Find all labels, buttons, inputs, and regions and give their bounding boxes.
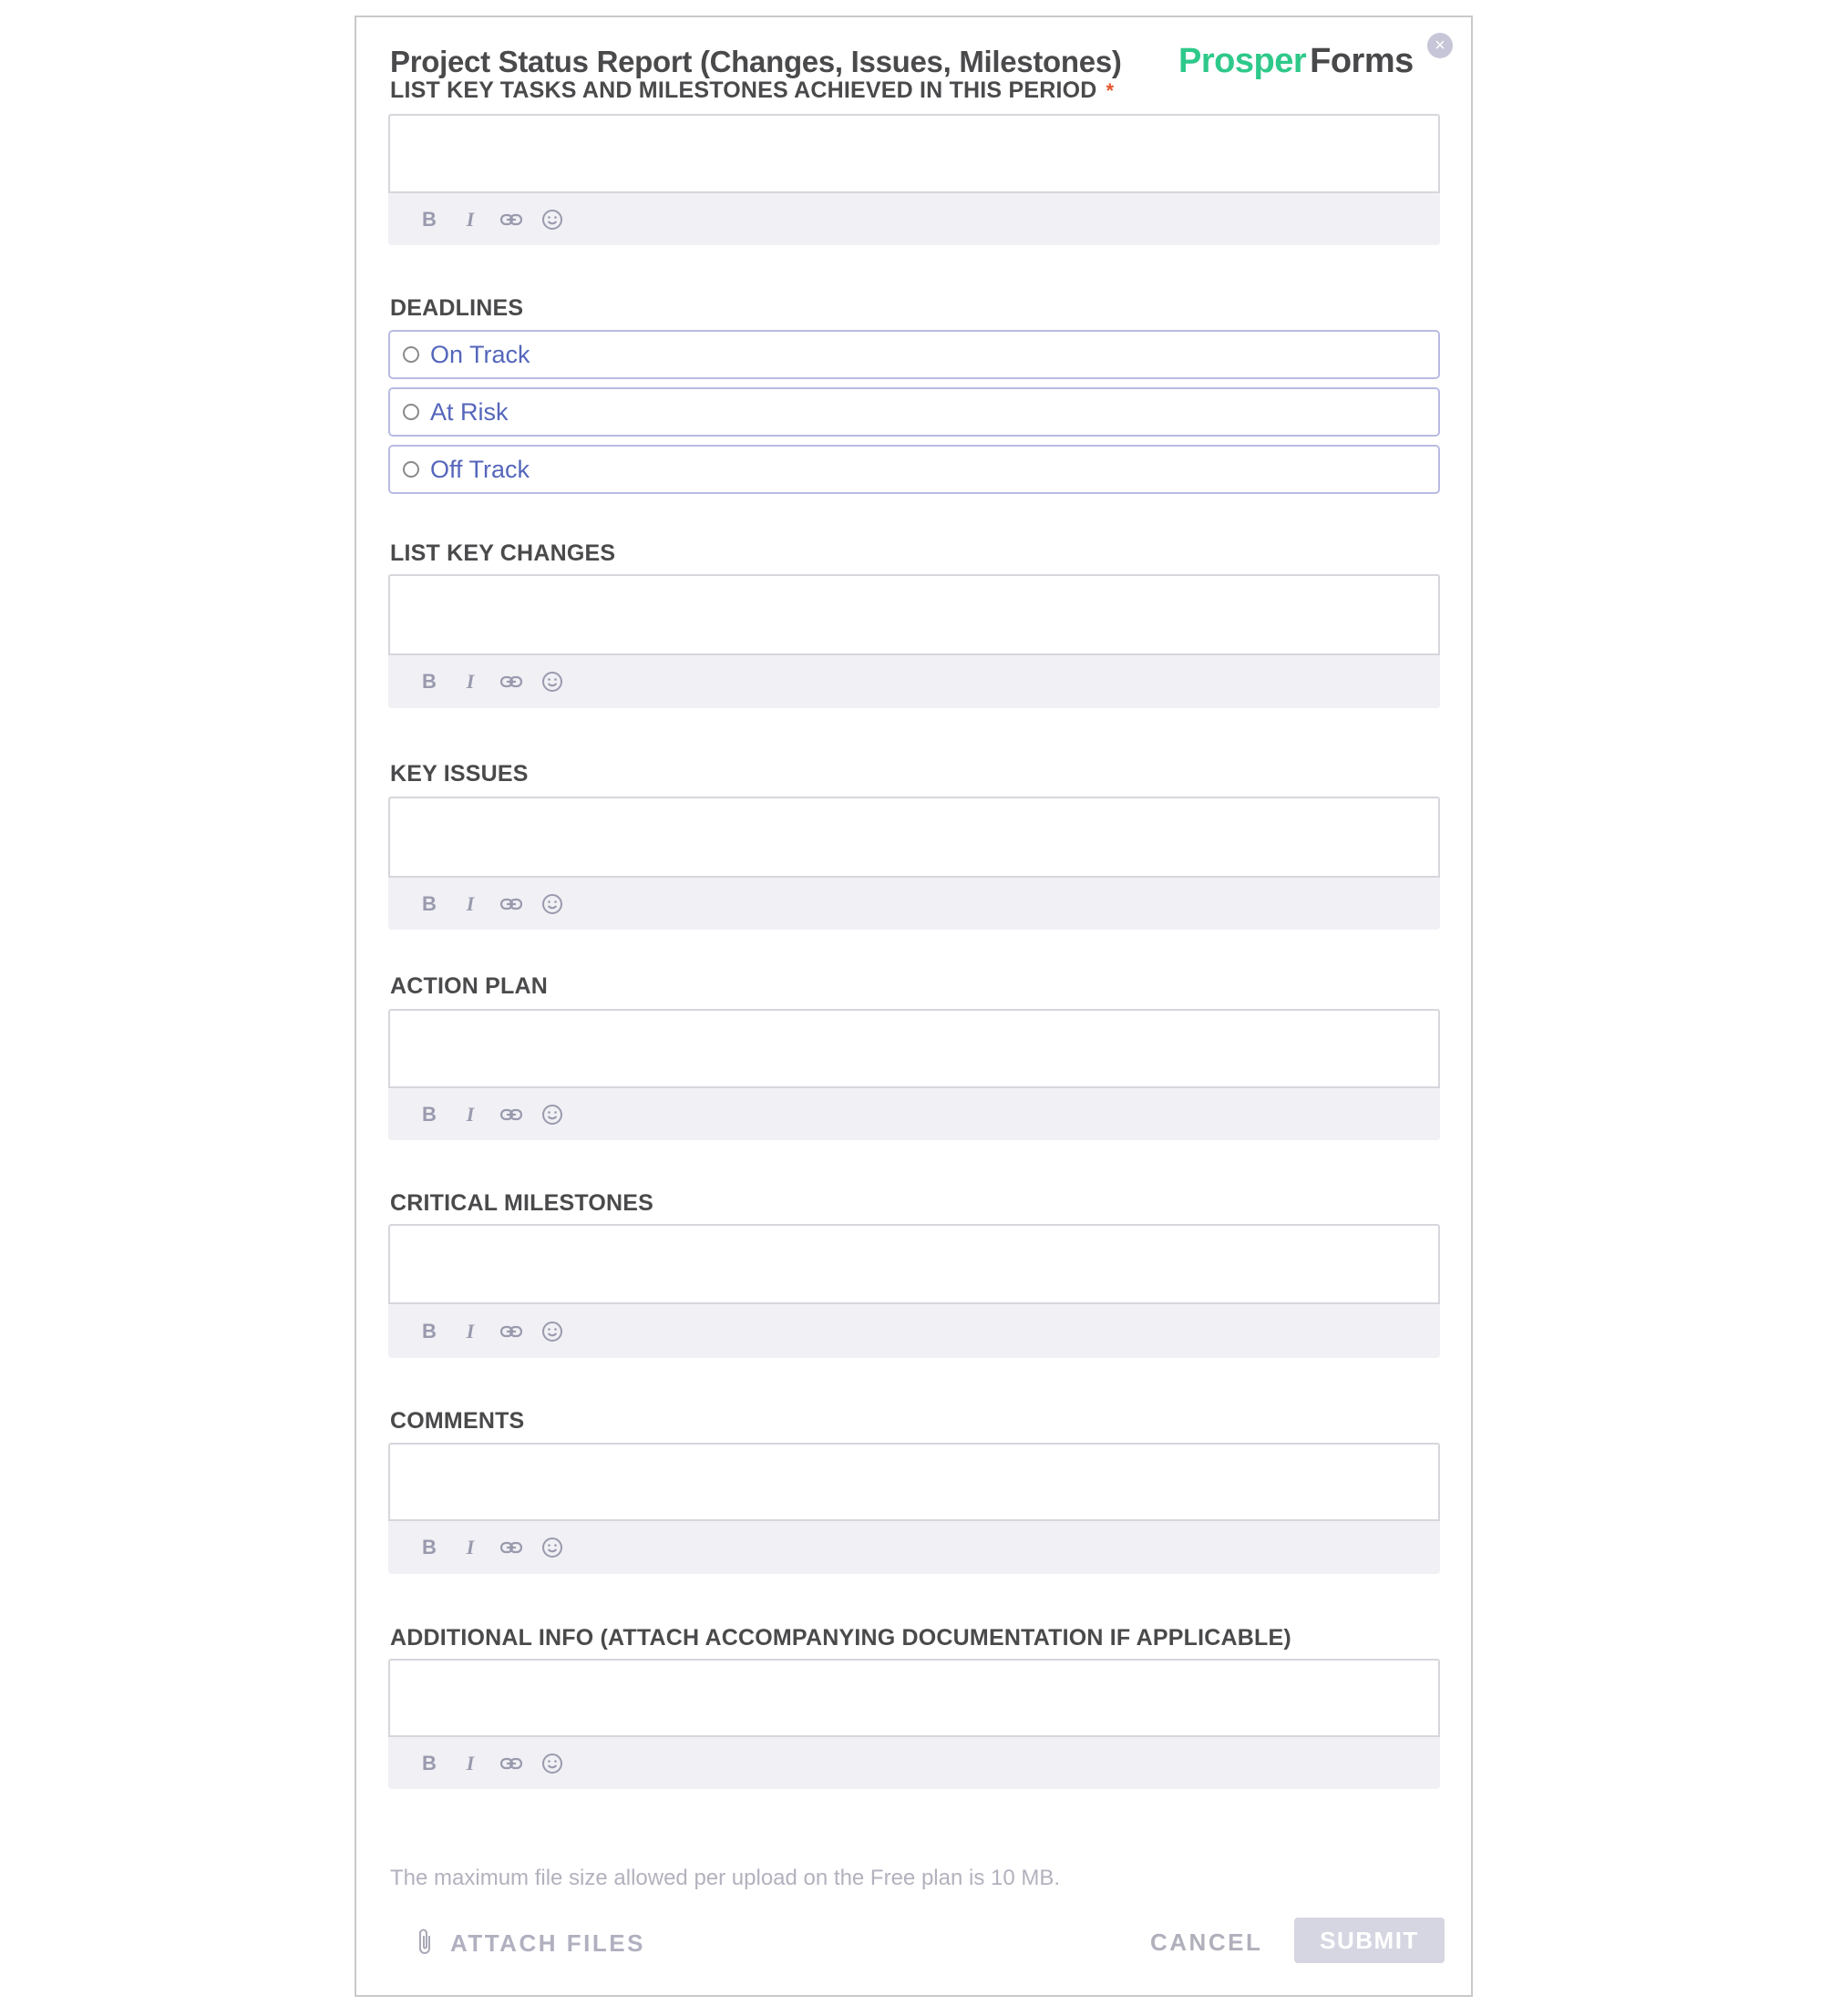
bold-button[interactable]: B xyxy=(416,1318,443,1345)
bold-button[interactable]: B xyxy=(416,668,443,695)
field-label-text: LIST KEY TASKS AND MILESTONES ACHIEVED I… xyxy=(390,77,1097,103)
comments-toolbar: B I xyxy=(388,1521,1440,1574)
file-size-note: The maximum file size allowed per upload… xyxy=(390,1866,1061,1890)
key-changes-toolbar: B I xyxy=(388,655,1440,708)
field-label-key-tasks: LIST KEY TASKS AND MILESTONES ACHIEVED I… xyxy=(390,77,1114,105)
radio-circle-icon xyxy=(403,404,419,420)
smiley-icon[interactable] xyxy=(539,1101,566,1128)
italic-button[interactable]: I xyxy=(457,1318,484,1345)
cancel-button[interactable]: CANCEL xyxy=(1150,1927,1262,1958)
additional-info-toolbar: B I xyxy=(388,1737,1440,1789)
link-icon[interactable] xyxy=(498,1101,525,1128)
italic-button[interactable]: I xyxy=(457,206,484,233)
action-plan-toolbar: B I xyxy=(388,1088,1440,1140)
link-icon[interactable] xyxy=(498,206,525,233)
italic-button[interactable]: I xyxy=(457,1534,484,1561)
bold-button[interactable]: B xyxy=(416,1750,443,1777)
logo-forms: Forms xyxy=(1310,42,1414,80)
required-asterisk: * xyxy=(1106,79,1115,102)
form-title: Project Status Report (Changes, Issues, … xyxy=(390,45,1122,78)
close-icon: × xyxy=(1435,36,1445,56)
comments-input[interactable] xyxy=(388,1443,1440,1521)
paperclip-icon xyxy=(416,1927,434,1960)
key-issues-toolbar: B I xyxy=(388,878,1440,930)
radio-off-track[interactable]: Off Track xyxy=(388,445,1440,494)
link-icon[interactable] xyxy=(498,890,525,918)
radio-at-risk[interactable]: At Risk xyxy=(388,387,1440,437)
radio-label: On Track xyxy=(430,340,530,368)
action-plan-input[interactable] xyxy=(388,1009,1440,1088)
bold-button[interactable]: B xyxy=(416,1101,443,1128)
key-tasks-input[interactable] xyxy=(388,114,1440,193)
link-icon[interactable] xyxy=(498,1534,525,1561)
deadlines-label: DEADLINES xyxy=(390,295,524,321)
smiley-icon[interactable] xyxy=(539,1534,566,1561)
italic-button[interactable]: I xyxy=(457,890,484,918)
radio-circle-icon xyxy=(403,346,419,363)
italic-button[interactable]: I xyxy=(457,1101,484,1128)
attach-files-label: ATTACH FILES xyxy=(450,1929,645,1957)
smiley-icon[interactable] xyxy=(539,1750,566,1777)
smiley-icon[interactable] xyxy=(539,206,566,233)
radio-circle-icon xyxy=(403,461,419,478)
smiley-icon[interactable] xyxy=(539,890,566,918)
italic-button[interactable]: I xyxy=(457,668,484,695)
bold-button[interactable]: B xyxy=(416,1534,443,1561)
radio-label: At Risk xyxy=(430,397,509,426)
bold-button[interactable]: B xyxy=(416,206,443,233)
smiley-icon[interactable] xyxy=(539,1318,566,1345)
critical-milestones-input[interactable] xyxy=(388,1224,1440,1304)
prosperforms-logo: Prosper Forms xyxy=(1178,40,1414,82)
comments-label: COMMENTS xyxy=(390,1408,525,1434)
bold-button[interactable]: B xyxy=(416,890,443,918)
link-icon[interactable] xyxy=(498,668,525,695)
smiley-icon[interactable] xyxy=(539,668,566,695)
action-plan-label: ACTION PLAN xyxy=(390,973,549,999)
submit-button[interactable]: SUBMIT xyxy=(1294,1918,1445,1963)
critical-milestones-label: CRITICAL MILESTONES xyxy=(390,1190,654,1216)
attach-files-button[interactable]: ATTACH FILES xyxy=(416,1927,645,1960)
radio-label: Off Track xyxy=(430,455,530,483)
link-icon[interactable] xyxy=(498,1318,525,1345)
close-button[interactable]: × xyxy=(1427,33,1453,58)
key-changes-label: LIST KEY CHANGES xyxy=(390,540,616,566)
key-issues-label: KEY ISSUES xyxy=(390,761,529,787)
radio-on-track[interactable]: On Track xyxy=(388,330,1440,379)
link-icon[interactable] xyxy=(498,1750,525,1777)
additional-info-input[interactable] xyxy=(388,1659,1440,1737)
key-changes-input[interactable] xyxy=(388,574,1440,655)
key-tasks-toolbar: B I xyxy=(388,193,1440,245)
critical-milestones-toolbar: B I xyxy=(388,1304,1440,1358)
additional-info-label: ADDITIONAL INFO (ATTACH ACCOMPANYING DOC… xyxy=(390,1625,1291,1651)
key-issues-input[interactable] xyxy=(388,797,1440,878)
logo-prosper: Prosper xyxy=(1178,42,1307,80)
italic-button[interactable]: I xyxy=(457,1750,484,1777)
